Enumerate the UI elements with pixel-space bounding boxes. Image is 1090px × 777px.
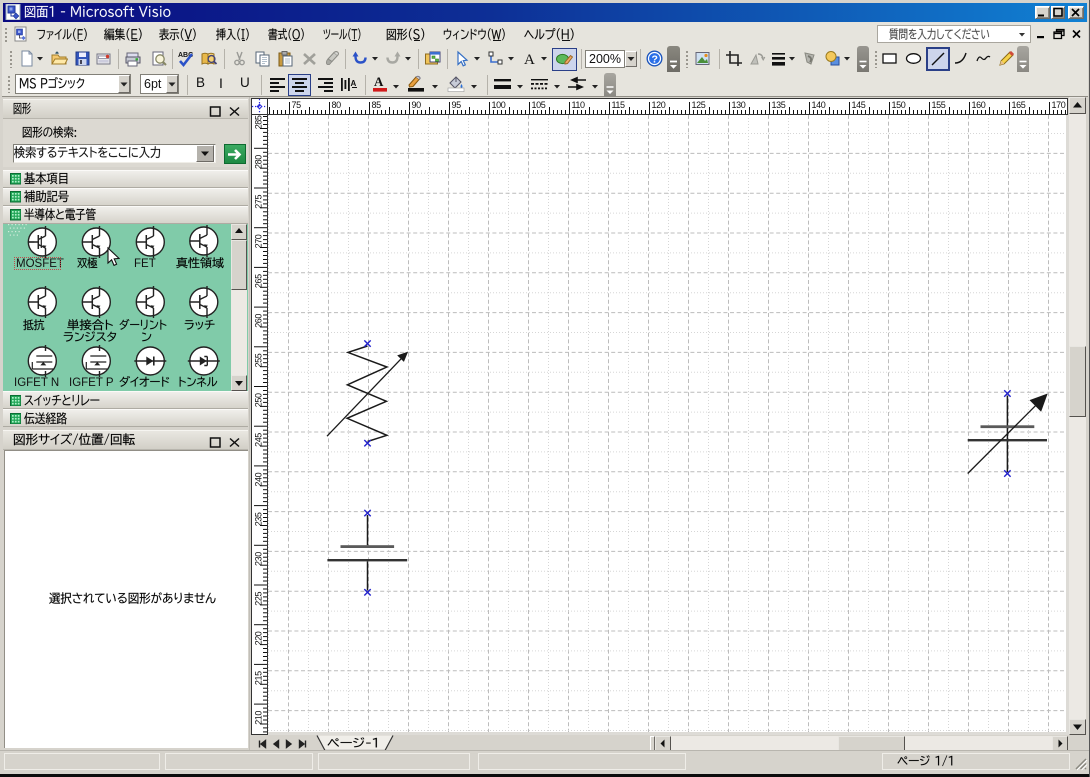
svg-text:245: 245 <box>254 433 264 447</box>
svg-text:145: 145 <box>852 100 866 110</box>
svg-text:?: ? <box>652 54 658 66</box>
svg-text:220: 220 <box>254 631 264 645</box>
svg-text:75: 75 <box>292 100 302 110</box>
svg-text:275: 275 <box>254 194 264 208</box>
svg-text:240: 240 <box>254 472 264 486</box>
svg-text:115: 115 <box>612 100 626 110</box>
svg-text:125: 125 <box>692 100 706 110</box>
svg-text:225: 225 <box>254 591 264 605</box>
svg-text:215: 215 <box>254 671 264 685</box>
svg-text:80: 80 <box>332 100 342 110</box>
svg-text:230: 230 <box>254 552 264 566</box>
svg-text:A: A <box>374 75 384 89</box>
svg-text:170: 170 <box>1052 100 1066 110</box>
svg-text:100: 100 <box>492 100 506 110</box>
svg-text:255: 255 <box>254 353 264 367</box>
svg-text:110: 110 <box>572 100 586 110</box>
svg-text:235: 235 <box>254 512 264 526</box>
svg-text:285: 285 <box>254 115 264 129</box>
svg-text:280: 280 <box>254 155 264 169</box>
svg-text:250: 250 <box>254 393 264 407</box>
svg-text:90: 90 <box>412 100 422 110</box>
svg-text:150: 150 <box>892 100 906 110</box>
svg-text:265: 265 <box>254 274 264 288</box>
svg-text:135: 135 <box>772 100 786 110</box>
svg-text:85: 85 <box>372 100 382 110</box>
svg-text:105: 105 <box>532 100 546 110</box>
svg-text:140: 140 <box>812 100 826 110</box>
svg-text:130: 130 <box>732 100 746 110</box>
svg-text:A: A <box>351 79 357 88</box>
svg-text:120: 120 <box>652 100 666 110</box>
svg-text:160: 160 <box>972 100 986 110</box>
svg-text:210: 210 <box>254 711 264 725</box>
svg-text:260: 260 <box>254 314 264 328</box>
svg-text:A: A <box>524 52 535 68</box>
svg-text:165: 165 <box>1012 100 1026 110</box>
svg-text:95: 95 <box>452 100 462 110</box>
svg-text:270: 270 <box>254 234 264 248</box>
svg-text:155: 155 <box>932 100 946 110</box>
